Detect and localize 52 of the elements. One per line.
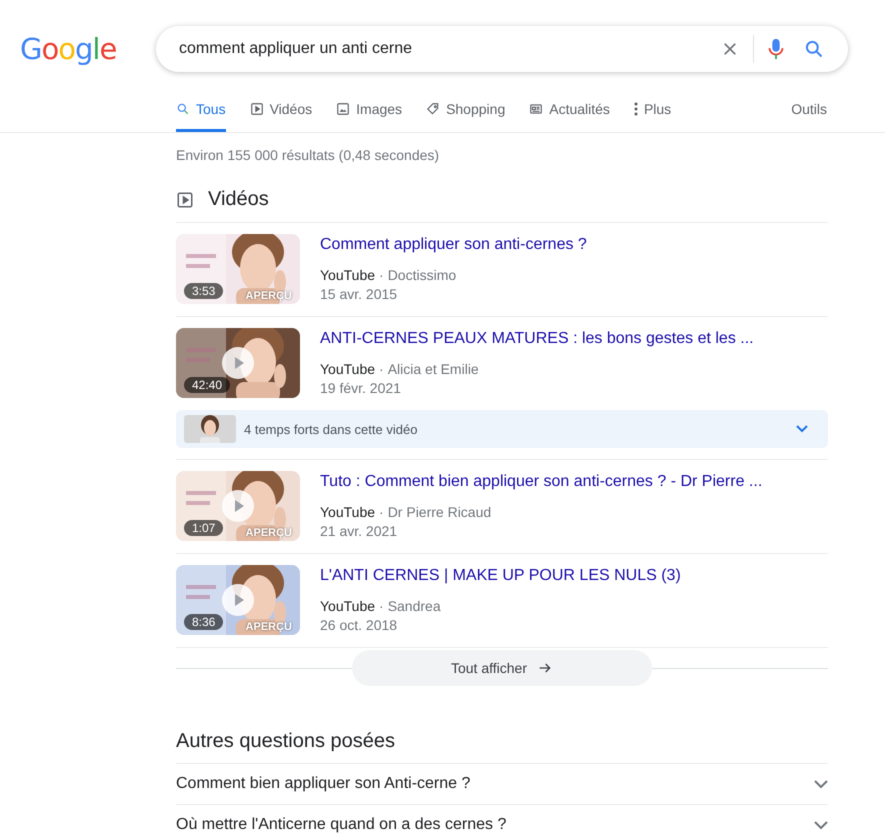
image-icon [336, 102, 350, 116]
question-item[interactable]: Comment bien appliquer son Anti-cerne ? [176, 764, 828, 805]
tab[interactable]: Vidéos [250, 101, 312, 132]
tools-link[interactable]: Outils [791, 101, 827, 132]
video-thumbnail[interactable]: 42:40 [176, 328, 300, 398]
more-icon [634, 102, 638, 116]
video-source: YouTube [320, 503, 376, 522]
video-date: 26 oct. 2018 [320, 616, 398, 635]
play-icon [176, 190, 194, 208]
duration-badge: 1:07 [184, 520, 224, 536]
preview-label: APERÇU [246, 527, 292, 539]
play-icon [250, 102, 264, 116]
video-date: 19 févr. 2021 [320, 379, 402, 398]
duration-badge: 3:53 [184, 283, 224, 299]
section-heading: Autres questions posées [176, 730, 828, 764]
video-source: YouTube [320, 266, 376, 285]
separator: · [379, 503, 384, 522]
separator: · [379, 360, 384, 379]
video-title-link[interactable]: ANTI-CERNES PEAUX MATURES : les bons gestes et les ... [320, 328, 754, 350]
video-title-link[interactable]: L'ANTI CERNES | MAKE UP POUR LES NULS (3) [320, 565, 681, 587]
question-text: Où mettre l'Anticerne quand on a des cernes ? [176, 816, 506, 834]
tab[interactable]: Images [336, 101, 402, 132]
tab[interactable]: Shopping [426, 101, 506, 132]
result-stats: Environ 155 000 résultats (0,48 secondes) [176, 146, 440, 165]
video-thumbnail[interactable]: 1:07 APERÇU [176, 471, 300, 541]
video-title-link[interactable]: Tuto : Comment bien appliquer son anti-cernes ? - Dr Pierre ... [320, 471, 762, 493]
video-source: YouTube [320, 360, 376, 379]
newspaper-icon [529, 102, 544, 116]
video-source: YouTube [320, 597, 376, 616]
section-heading: Vidéos [208, 188, 269, 211]
video-channel: Doctissimo [388, 266, 456, 285]
separator: · [379, 597, 384, 616]
question-text: Comment bien appliquer son Anti-cerne ? [176, 775, 470, 793]
logo[interactable]: Google [20, 32, 156, 66]
video-channel: Sandrea [388, 597, 441, 616]
video-channel: Dr Pierre Ricaud [388, 503, 492, 522]
tab[interactable]: Actualités [529, 101, 610, 132]
key-moments-button[interactable]: 4 temps forts dans cette vidéo [176, 410, 828, 448]
duration-badge: 8:36 [184, 614, 224, 630]
video-channel: Alicia et Emilie [388, 360, 479, 379]
show-all-button[interactable]: Tout afficher [352, 650, 652, 686]
duration-badge: 42:40 [184, 377, 230, 393]
search-field[interactable]: comment appliquer un anti cerne [177, 38, 711, 58]
tab[interactable]: Tous [176, 101, 226, 132]
search-icon [176, 102, 190, 116]
video-date: 15 avr. 2015 [320, 285, 398, 304]
separator: · [379, 266, 384, 285]
video-title-link[interactable]: Comment appliquer son anti-cernes ? [320, 234, 587, 256]
tag-icon [426, 102, 440, 116]
question-item[interactable]: Où mettre l'Anticerne quand on a des cernes ? [176, 805, 828, 835]
video-date: 21 avr. 2021 [320, 522, 398, 541]
tab[interactable]: Plus [634, 101, 672, 132]
